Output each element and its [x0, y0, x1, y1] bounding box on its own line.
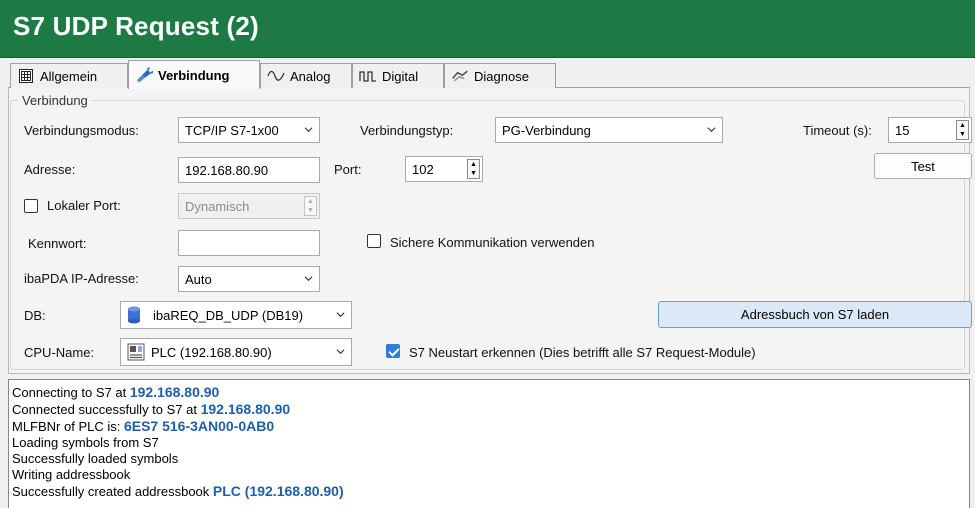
db-value: ibaREQ_DB_UDP (DB19)	[153, 307, 304, 323]
restart-label: S7 Neustart erkennen (Dies betrifft alle…	[409, 345, 756, 360]
local-port-value: Dynamisch	[185, 198, 250, 214]
spin-up-icon[interactable]: ▲	[470, 161, 477, 168]
title-bar: S7 UDP Request (2)	[0, 0, 975, 58]
spin-down-icon[interactable]: ▼	[959, 131, 966, 138]
general-grid-icon	[17, 68, 35, 84]
diagnose-icon	[451, 68, 469, 84]
log-line: Writing addressbook	[12, 467, 969, 483]
spin-up-icon[interactable]: ▲	[307, 198, 314, 205]
db-label: DB:	[24, 308, 46, 323]
db-select[interactable]: ibaREQ_DB_UDP (DB19)	[120, 301, 352, 329]
tab-diagnose[interactable]: Diagnose	[444, 63, 556, 88]
log-text: Writing addressbook	[12, 467, 131, 482]
log-text: Successfully created addressbook	[12, 484, 213, 499]
log-value: 192.168.80.90	[129, 384, 220, 400]
log-text: Connected successfully to S7 at	[12, 402, 201, 417]
cpu-label: CPU-Name:	[24, 345, 95, 360]
connection-plug-icon	[135, 67, 153, 83]
spin-down-icon[interactable]: ▼	[307, 207, 314, 214]
spin-buttons[interactable]: ▲ ▼	[304, 196, 317, 216]
tab-allgemein-label: Allgemein	[40, 68, 98, 84]
tab-allgemein[interactable]: Allgemein	[10, 63, 128, 88]
address-field[interactable]: 192.168.80.90	[178, 157, 320, 183]
chevron-down-icon	[707, 127, 716, 133]
restart-checkbox[interactable]	[386, 344, 400, 358]
chevron-down-icon	[336, 312, 345, 318]
timeout-label: Timeout (s):	[803, 123, 872, 138]
port-value: 102	[412, 161, 434, 177]
log-line: Loading symbols from S7	[12, 435, 969, 451]
digital-pulse-icon	[359, 68, 377, 84]
log-value: PLC (192.168.80.90)	[212, 483, 344, 499]
local-port-spinner[interactable]: Dynamisch ▲ ▼	[178, 193, 320, 219]
ibapda-ip-label: ibaPDA IP-Adresse:	[24, 271, 139, 286]
tab-strip: Allgemein Verbindung Analog Digital Diag…	[8, 60, 970, 89]
log-line: MLFBNr of PLC is: 6ES7 516-3AN00-0AB0	[12, 418, 969, 435]
log-output[interactable]: Connecting to S7 at 192.168.80.90 Connec…	[8, 379, 970, 508]
tab-digital[interactable]: Digital	[352, 63, 444, 88]
cpu-value: PLC (192.168.80.90)	[151, 344, 272, 360]
local-port-checkbox[interactable]	[24, 199, 38, 213]
addressbook-button-label: Adressbuch von S7 laden	[740, 307, 890, 322]
analog-wave-icon	[267, 68, 285, 84]
test-button-label: Test	[911, 158, 935, 174]
password-label: Kennwort:	[28, 236, 87, 251]
log-line: Successfully created addressbook PLC (19…	[12, 483, 969, 500]
chevron-down-icon	[336, 349, 345, 355]
secure-label: Sichere Kommunikation verwenden	[390, 235, 595, 250]
spin-down-icon[interactable]: ▼	[470, 170, 477, 177]
tab-analog-label: Analog	[290, 68, 331, 84]
database-icon	[127, 306, 141, 324]
timeout-value: 15	[895, 122, 910, 138]
address-label: Adresse:	[24, 162, 76, 177]
port-label: Port:	[334, 162, 362, 177]
type-select[interactable]: PG-Verbindung	[495, 117, 723, 143]
log-line: Connected successfully to S7 at 192.168.…	[12, 401, 969, 418]
log-value: 6ES7 516-3AN00-0AB0	[123, 418, 275, 434]
connection-group-label: Verbindung	[18, 93, 92, 108]
chevron-down-icon	[304, 276, 313, 282]
ibapda-ip-value: Auto	[185, 271, 212, 287]
plc-icon	[127, 343, 145, 361]
port-spinner[interactable]: 102 ▲ ▼	[405, 156, 483, 182]
log-line: Connecting to S7 at 192.168.80.90	[12, 384, 969, 401]
password-field[interactable]	[178, 230, 320, 256]
address-value: 192.168.80.90	[185, 162, 269, 178]
log-text: Successfully loaded symbols	[12, 451, 179, 466]
spin-buttons[interactable]: ▲ ▼	[956, 120, 969, 140]
mode-label: Verbindungsmodus:	[24, 123, 139, 138]
tab-verbindung-label: Verbindung	[158, 67, 230, 83]
cpu-select[interactable]: PLC (192.168.80.90)	[120, 338, 352, 366]
spin-buttons[interactable]: ▲ ▼	[467, 159, 480, 179]
addressbook-button[interactable]: Adressbuch von S7 laden	[658, 301, 972, 328]
log-text: Loading symbols from S7	[12, 435, 159, 450]
secure-checkbox[interactable]	[367, 234, 381, 248]
mode-value: TCP/IP S7-1x00	[185, 122, 279, 138]
tab-analog[interactable]: Analog	[260, 63, 352, 88]
ibapda-ip-select[interactable]: Auto	[178, 266, 320, 292]
timeout-spinner[interactable]: 15 ▲ ▼	[888, 117, 972, 143]
type-label: Verbindungstyp:	[360, 123, 454, 138]
log-text: MLFBNr of PLC is:	[12, 419, 124, 434]
tab-verbindung[interactable]: Verbindung	[128, 60, 260, 89]
log-line: Successfully loaded symbols	[12, 451, 969, 467]
type-value: PG-Verbindung	[502, 122, 591, 138]
tab-diagnose-label: Diagnose	[474, 68, 529, 84]
tab-digital-label: Digital	[382, 68, 419, 84]
window-title: S7 UDP Request (2)	[13, 11, 259, 41]
test-button[interactable]: Test	[874, 153, 972, 179]
spin-up-icon[interactable]: ▲	[959, 122, 966, 129]
chevron-down-icon	[304, 127, 313, 133]
log-value: 192.168.80.90	[200, 401, 291, 417]
local-port-label: Lokaler Port:	[47, 198, 121, 213]
log-text: Connecting to S7 at	[12, 385, 130, 400]
mode-select[interactable]: TCP/IP S7-1x00	[178, 117, 320, 143]
